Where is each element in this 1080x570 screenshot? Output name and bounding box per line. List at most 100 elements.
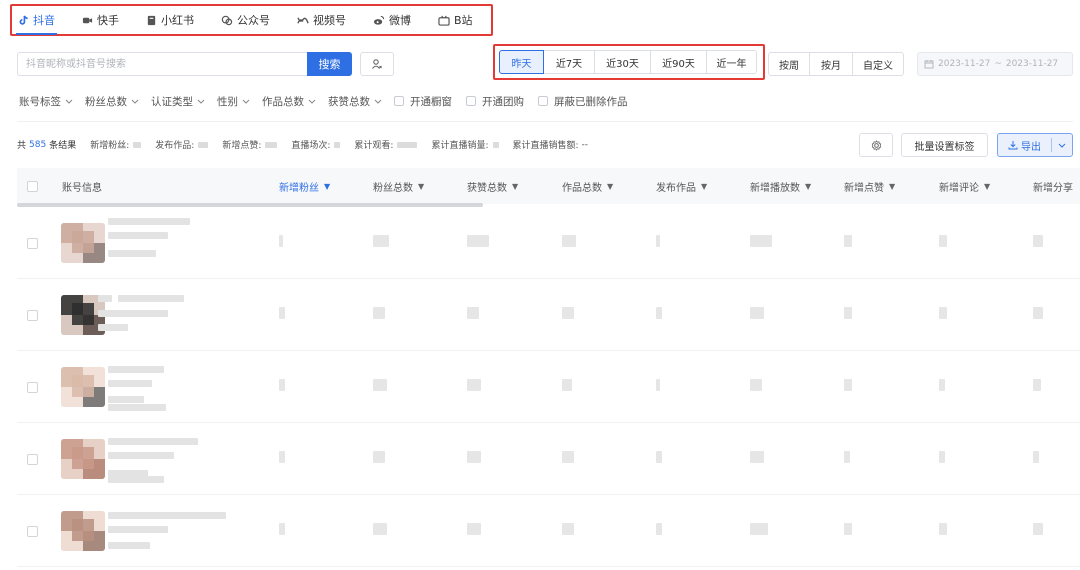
summary-prefix: 共 — [17, 141, 27, 151]
col-label: 粉丝总数 — [373, 182, 413, 194]
avatar — [61, 511, 105, 551]
table-row[interactable] — [17, 495, 1080, 567]
user-filter-icon — [371, 58, 383, 70]
checkbox-box[interactable] — [466, 96, 476, 106]
row-checkbox[interactable] — [27, 526, 38, 537]
checkbox-hide-deleted[interactable]: 屏蔽已删除作品 — [538, 94, 628, 109]
sort-caret-icon: ▼ — [418, 181, 425, 191]
chevron-down-icon — [197, 99, 205, 104]
col-new-likes[interactable]: 新增点赞 ▼ — [844, 168, 895, 204]
export-button[interactable]: 导出 — [997, 133, 1073, 157]
col-published-works[interactable]: 发布作品 ▼ — [656, 168, 707, 204]
col-works-total[interactable]: 作品总数 ▼ — [562, 168, 613, 204]
chevron-down-icon[interactable] — [1052, 143, 1072, 148]
redacted-account-text — [108, 250, 156, 257]
redacted-value — [492, 141, 499, 148]
pixel-block — [72, 231, 94, 253]
redacted-cell-value — [939, 451, 945, 463]
col-new-plays[interactable]: 新增播放数 ▼ — [750, 168, 811, 204]
redacted-cell-value — [1033, 307, 1043, 319]
checkbox-box[interactable] — [27, 180, 38, 192]
period-custom[interactable]: 自定义 — [852, 52, 904, 76]
table-row[interactable] — [17, 279, 1080, 351]
period-monthly[interactable]: 按月 — [809, 52, 853, 76]
period-weekly[interactable]: 按周 — [768, 52, 810, 76]
stat-label: 累计观看: — [354, 141, 394, 151]
redacted-cell-value — [939, 235, 947, 247]
checkbox-box[interactable] — [394, 96, 404, 106]
filter-label: 认证类型 — [151, 95, 193, 108]
filter-verification-type[interactable]: 认证类型 — [151, 94, 205, 109]
stat-label: 直播场次: — [291, 141, 331, 151]
redacted-cell-value — [844, 523, 852, 535]
tab-video-account[interactable]: 视频号 — [297, 6, 346, 34]
row-checkbox[interactable] — [27, 310, 38, 321]
row-checkbox[interactable] — [27, 454, 38, 465]
table-row[interactable] — [17, 423, 1080, 495]
redacted-cell-value — [279, 379, 285, 391]
range-yesterday[interactable]: 昨天 — [499, 50, 544, 74]
redacted-value — [133, 141, 142, 148]
checkbox-group-buy[interactable]: 开通团购 — [466, 94, 524, 109]
checkbox-box[interactable] — [538, 96, 548, 106]
sort-caret-icon: ▼ — [984, 181, 991, 191]
tab-weibo[interactable]: 微博 — [373, 6, 411, 34]
range-90-days[interactable]: 近90天 — [650, 50, 707, 74]
search-button[interactable]: 搜索 — [307, 52, 352, 76]
col-new-comments[interactable]: 新增评论 ▼ — [939, 168, 990, 204]
redacted-cell-value — [562, 379, 572, 391]
col-likes-total[interactable]: 获赞总数 ▼ — [467, 168, 518, 204]
row-checkbox[interactable] — [27, 238, 38, 249]
redacted-cell-value — [750, 235, 772, 247]
chevron-down-icon — [242, 99, 250, 104]
redacted-cell-value — [750, 307, 764, 319]
tab-bilibili[interactable]: B站 — [438, 6, 473, 34]
select-all-checkbox[interactable] — [27, 168, 38, 204]
checkbox-showcase[interactable]: 开通橱窗 — [394, 94, 452, 109]
batch-tag-button[interactable]: 批量设置标签 — [901, 133, 988, 157]
tab-wechat-official[interactable]: 公众号 — [221, 6, 270, 34]
col-new-followers[interactable]: 新增粉丝 ▼ — [279, 168, 330, 204]
filter-gender[interactable]: 性别 — [217, 94, 250, 109]
redacted-account-text — [98, 310, 168, 317]
col-account-info: 账号信息 — [62, 168, 102, 204]
stat-live-sales-amount: 累计直播销售额: -- — [512, 138, 589, 152]
tab-label: 抖音 — [33, 14, 55, 27]
search-input[interactable] — [17, 52, 308, 76]
table-row[interactable] — [17, 207, 1080, 279]
date-range-picker[interactable]: 2023-11-27 ~ 2023-11-27 — [917, 52, 1073, 76]
platform-tabs: 抖音 快手 小红书 公众号 视频号 微博 B站 — [10, 4, 493, 36]
filter-label: 性别 — [217, 95, 238, 108]
redacted-cell-value — [656, 307, 662, 319]
user-filter-button[interactable] — [360, 52, 394, 76]
filter-label: 获赞总数 — [328, 95, 370, 108]
chevron-down-icon — [308, 99, 316, 104]
table-header: 账号信息 新增粉丝 ▼ 粉丝总数 ▼ 获赞总数 ▼ 作品总数 ▼ 发布作品 ▼ 新增播放数… — [17, 168, 1080, 204]
checkbox-label: 开通团购 — [482, 95, 524, 108]
video-account-icon — [297, 15, 309, 26]
filter-likes-total[interactable]: 获赞总数 — [328, 94, 382, 109]
filter-works-total[interactable]: 作品总数 — [262, 94, 316, 109]
col-label: 新增点赞 — [844, 182, 884, 194]
wechat-official-icon — [221, 15, 233, 26]
stat-label: 累计直播销售额: — [512, 141, 579, 151]
row-checkbox[interactable] — [27, 382, 38, 393]
filter-followers-total[interactable]: 粉丝总数 — [85, 94, 139, 109]
filter-account-tag[interactable]: 账号标签 — [19, 94, 73, 109]
weibo-icon — [373, 15, 385, 26]
export-main[interactable]: 导出 — [998, 138, 1051, 153]
tab-kuaishou[interactable]: 快手 — [82, 6, 119, 34]
range-7-days[interactable]: 近7天 — [543, 50, 595, 74]
redacted-cell-value — [656, 379, 660, 391]
col-new-shares[interactable]: 新增分享 — [1033, 168, 1073, 204]
column-settings-button[interactable] — [859, 133, 893, 157]
table-row[interactable] — [17, 351, 1080, 423]
chevron-down-icon — [65, 99, 73, 104]
tab-douyin[interactable]: 抖音 — [16, 6, 57, 35]
col-followers-total[interactable]: 粉丝总数 ▼ — [373, 168, 424, 204]
range-30-days[interactable]: 近30天 — [594, 50, 651, 74]
range-one-year[interactable]: 近一年 — [706, 50, 757, 74]
redacted-cell-value — [844, 235, 852, 247]
tab-xiaohongshu[interactable]: 小红书 — [146, 6, 194, 34]
date-separator: ~ — [994, 59, 1002, 69]
